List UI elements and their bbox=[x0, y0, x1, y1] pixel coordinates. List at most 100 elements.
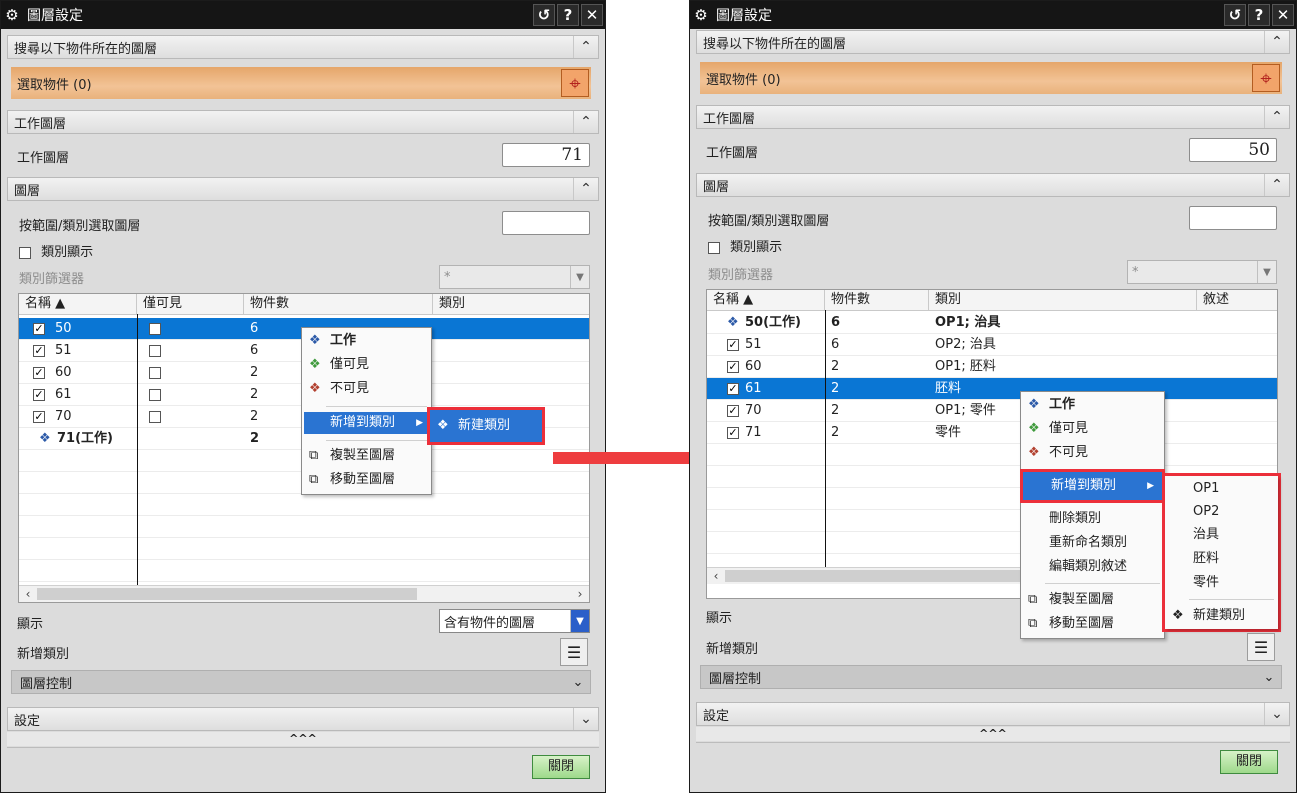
menu-item-category-fixture[interactable]: 治具 bbox=[1167, 524, 1276, 546]
chevron-left-icon[interactable]: ‹ bbox=[707, 569, 725, 583]
menu-item-category-part[interactable]: 零件 bbox=[1167, 572, 1276, 594]
section-work-layer[interactable]: 工作圖層 ⌃ bbox=[7, 110, 599, 134]
menu-item-copy-to-layer[interactable]: ⧉ 複製至圖層 bbox=[1023, 589, 1162, 611]
menu-item-edit-category-description[interactable]: 編輯類別敘述 bbox=[1023, 556, 1162, 578]
menu-item-invisible[interactable]: ❖ 不可見 bbox=[1023, 442, 1162, 464]
category-filter-dropdown[interactable]: * ▼ bbox=[439, 265, 590, 289]
help-button[interactable]: ? bbox=[1248, 4, 1270, 26]
col-category[interactable]: 類別 bbox=[433, 294, 589, 314]
menu-item-work[interactable]: ❖ 工作 bbox=[304, 330, 429, 352]
chevron-down-icon[interactable]: ▼ bbox=[570, 266, 589, 288]
range-category-input[interactable] bbox=[502, 211, 590, 235]
row-checkbox[interactable]: ✓ bbox=[727, 360, 739, 373]
menu-item-new-category[interactable]: ❖ 新建類別 bbox=[1167, 605, 1276, 627]
category-filter-dropdown[interactable]: * ▼ bbox=[1127, 260, 1277, 284]
select-objects-bar[interactable]: 選取物件 (0) ⌖ bbox=[700, 62, 1282, 94]
chevron-left-icon[interactable]: ‹ bbox=[19, 587, 37, 601]
menu-item-category-stock[interactable]: 胚料 bbox=[1167, 548, 1276, 570]
menu-item-move-to-layer[interactable]: ⧉ 移動至圖層 bbox=[304, 469, 429, 491]
expander-handle[interactable]: ^^^ bbox=[696, 727, 1290, 741]
scroll-thumb[interactable] bbox=[37, 588, 417, 600]
row-checkbox[interactable]: ✓ bbox=[33, 366, 45, 379]
chevron-down-icon[interactable]: ▼ bbox=[570, 610, 589, 632]
visible-only-checkbox[interactable] bbox=[149, 366, 161, 379]
close-icon[interactable]: ✕ bbox=[581, 4, 603, 26]
visible-only-checkbox[interactable] bbox=[149, 410, 161, 423]
close-button[interactable]: 關閉 bbox=[1220, 750, 1278, 774]
crosshair-icon[interactable]: ⌖ bbox=[561, 69, 589, 97]
col-object-count[interactable]: 物件數 bbox=[244, 294, 433, 314]
chevron-up-icon[interactable]: ⌃ bbox=[1264, 174, 1289, 196]
menu-item-work[interactable]: ❖ 工作 bbox=[1023, 394, 1162, 416]
layer-control-section[interactable]: 圖層控制 ⌄ bbox=[11, 670, 591, 694]
menu-item-new-category[interactable]: ❖ 新建類別 bbox=[432, 415, 540, 437]
menu-item-move-to-layer[interactable]: ⧉ 移動至圖層 bbox=[1023, 613, 1162, 635]
chevron-down-icon[interactable]: ⌄ bbox=[1264, 703, 1289, 725]
category-show-checkbox[interactable] bbox=[19, 246, 31, 259]
chevron-up-icon[interactable]: ⌃ bbox=[573, 111, 598, 133]
menu-item-category-op1[interactable]: OP1 bbox=[1167, 478, 1276, 500]
select-objects-bar[interactable]: 選取物件 (0) ⌖ bbox=[11, 67, 591, 99]
category-show-row[interactable]: 類別顯示 bbox=[19, 241, 93, 260]
menu-item-copy-to-layer[interactable]: ⧉ 複製至圖層 bbox=[304, 445, 429, 467]
row-checkbox[interactable]: ✓ bbox=[727, 338, 739, 351]
table-row[interactable]: ❖ 50(工作) 6 OP1; 治具 bbox=[707, 312, 1277, 334]
visible-only-checkbox[interactable] bbox=[149, 388, 161, 401]
chevron-up-icon[interactable]: ⌃ bbox=[1264, 31, 1289, 53]
close-icon[interactable]: ✕ bbox=[1272, 4, 1294, 26]
col-name[interactable]: 名稱 ▲ bbox=[19, 294, 137, 314]
section-find-layers[interactable]: 搜尋以下物件所在的圖層 ⌃ bbox=[7, 35, 599, 59]
row-checkbox[interactable]: ✓ bbox=[727, 426, 739, 439]
visible-only-checkbox[interactable] bbox=[149, 344, 161, 357]
gear-icon[interactable]: ⚙ bbox=[690, 6, 712, 24]
table-row[interactable]: ✓ 71 2 零件 bbox=[707, 422, 1277, 444]
layers-stack-icon[interactable]: ☰ bbox=[1247, 633, 1275, 661]
scroll-thumb[interactable] bbox=[725, 570, 1025, 582]
row-checkbox[interactable]: ✓ bbox=[33, 322, 45, 335]
col-visible-only[interactable]: 僅可見 bbox=[137, 294, 244, 314]
section-settings[interactable]: 設定 ⌄ bbox=[7, 707, 599, 731]
col-description[interactable]: 敘述 bbox=[1197, 290, 1277, 310]
chevron-down-icon[interactable]: ▼ bbox=[1257, 261, 1276, 283]
menu-item-delete-category[interactable]: 刪除類別 bbox=[1023, 508, 1162, 530]
menu-item-add-to-category[interactable]: 新增到類別 ▶ bbox=[1025, 475, 1160, 497]
chevron-right-icon[interactable]: › bbox=[571, 587, 589, 601]
horizontal-scrollbar[interactable]: ‹ › bbox=[19, 585, 589, 602]
display-dropdown[interactable]: 含有物件的圖層 ▼ bbox=[439, 609, 590, 633]
range-category-input[interactable] bbox=[1189, 206, 1277, 230]
row-checkbox[interactable]: ✓ bbox=[33, 388, 45, 401]
menu-item-add-to-category[interactable]: 新增到類別 ▶ bbox=[304, 412, 429, 434]
visible-only-checkbox[interactable] bbox=[149, 322, 161, 335]
table-row[interactable]: ✓ 60 2 OP1; 胚料 bbox=[707, 356, 1277, 378]
layers-stack-icon[interactable]: ☰ bbox=[560, 638, 588, 666]
col-object-count[interactable]: 物件數 bbox=[825, 290, 929, 310]
row-checkbox[interactable]: ✓ bbox=[33, 344, 45, 357]
table-row[interactable]: ✓ 61 2 胚料 bbox=[707, 378, 1277, 400]
col-name[interactable]: 名稱 ▲ bbox=[707, 290, 825, 310]
chevron-down-icon[interactable]: ⌄ bbox=[1257, 670, 1281, 685]
menu-item-visible-only[interactable]: ❖ 僅可見 bbox=[304, 354, 429, 376]
gear-icon[interactable]: ⚙ bbox=[1, 6, 23, 24]
col-category[interactable]: 類別 bbox=[929, 290, 1197, 310]
section-work-layer[interactable]: 工作圖層 ⌃ bbox=[696, 105, 1290, 129]
category-show-checkbox[interactable] bbox=[708, 241, 720, 254]
section-layers[interactable]: 圖層 ⌃ bbox=[7, 177, 599, 201]
close-button[interactable]: 關閉 bbox=[532, 755, 590, 779]
section-settings[interactable]: 設定 ⌄ bbox=[696, 702, 1290, 726]
crosshair-icon[interactable]: ⌖ bbox=[1252, 64, 1280, 92]
row-checkbox[interactable]: ✓ bbox=[727, 382, 739, 395]
chevron-down-icon[interactable]: ⌄ bbox=[573, 708, 598, 730]
layer-control-section[interactable]: 圖層控制 ⌄ bbox=[700, 665, 1282, 689]
work-layer-input[interactable]: 50 bbox=[1189, 138, 1277, 162]
category-show-row[interactable]: 類別顯示 bbox=[708, 236, 782, 255]
menu-item-invisible[interactable]: ❖ 不可見 bbox=[304, 378, 429, 400]
expander-handle[interactable]: ^^^ bbox=[7, 732, 599, 746]
menu-item-category-op2[interactable]: OP2 bbox=[1167, 501, 1276, 523]
chevron-down-icon[interactable]: ⌄ bbox=[566, 675, 590, 690]
chevron-up-icon[interactable]: ⌃ bbox=[573, 36, 598, 58]
chevron-up-icon[interactable]: ⌃ bbox=[1264, 106, 1289, 128]
row-checkbox[interactable]: ✓ bbox=[33, 410, 45, 423]
work-layer-input[interactable]: 71 bbox=[502, 143, 590, 167]
table-row[interactable]: ✓ 70 2 OP1; 零件 bbox=[707, 400, 1277, 422]
menu-item-visible-only[interactable]: ❖ 僅可見 bbox=[1023, 418, 1162, 440]
